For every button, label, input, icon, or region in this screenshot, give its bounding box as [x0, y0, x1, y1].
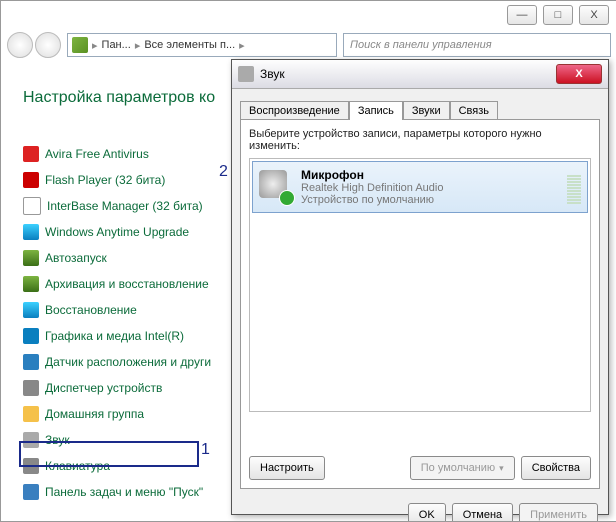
cpl-item-label: InterBase Manager (32 бита) — [47, 199, 203, 213]
microphone-icon — [259, 170, 293, 204]
tab-record[interactable]: Запись — [349, 101, 403, 120]
cpl-item-backup[interactable]: Архивация и восстановление — [23, 271, 233, 297]
level-meter — [567, 170, 581, 204]
cpl-item-sensor[interactable]: Датчик расположения и други — [23, 349, 233, 375]
cpl-item-label: Клавиатура — [45, 459, 110, 473]
cpl-item-label: Windows Anytime Upgrade — [45, 225, 189, 239]
cpl-item-label: Датчик расположения и други — [45, 355, 211, 369]
cancel-button[interactable]: Отмена — [452, 503, 513, 522]
cpl-item-devmgr[interactable]: Диспетчер устройств — [23, 375, 233, 401]
breadcrumb-sep: ▸ — [92, 39, 98, 52]
sound-icon — [238, 66, 254, 82]
sound-icon — [23, 432, 39, 448]
dialog-tabs: Воспроизведение Запись Звуки Связь — [240, 95, 600, 119]
interbase-icon — [23, 197, 41, 215]
annotation-number-2: 2 — [219, 163, 228, 181]
nav-back-button[interactable] — [7, 32, 33, 58]
dialog-close-button[interactable]: X — [556, 64, 602, 84]
maximize-button[interactable]: □ — [543, 5, 573, 25]
cpl-item-label: Панель задач и меню "Пуск" — [45, 485, 203, 499]
device-item-microphone[interactable]: Микрофон Realtek High Definition Audio У… — [252, 161, 588, 213]
sound-dialog: Звук X Воспроизведение Запись Звуки Связ… — [231, 59, 609, 515]
device-name: Микрофон — [301, 168, 559, 182]
cpl-item-interbase[interactable]: InterBase Manager (32 бита) — [23, 193, 233, 219]
cpl-item-label: Восстановление — [45, 303, 137, 317]
cpl-item-taskbar[interactable]: Панель задач и меню "Пуск" — [23, 479, 233, 505]
device-status: Устройство по умолчанию — [301, 194, 559, 206]
cpl-item-label: Автозапуск — [45, 251, 107, 265]
apply-button: Применить — [519, 503, 598, 522]
control-panel-icon — [72, 37, 88, 53]
annotation-number-1: 1 — [201, 441, 210, 459]
sensor-icon — [23, 354, 39, 370]
dialog-panel: Выберите устройство записи, параметры ко… — [240, 119, 600, 489]
page-title: Настройка параметров ко — [23, 89, 215, 107]
device-desc: Realtek High Definition Audio — [301, 182, 559, 194]
cpl-item-label: Домашняя группа — [45, 407, 144, 421]
recovery-icon — [23, 302, 39, 318]
configure-button[interactable]: Настроить — [249, 456, 325, 480]
tab-sounds[interactable]: Звуки — [403, 101, 450, 120]
nav-forward-button[interactable] — [35, 32, 61, 58]
dialog-titlebar[interactable]: Звук X — [232, 60, 608, 89]
address-bar[interactable]: ▸ Пан... ▸ Все элементы п... ▸ — [67, 33, 337, 57]
cpl-item-label: Звук — [45, 433, 70, 447]
backup-icon — [23, 276, 39, 292]
avira-icon — [23, 146, 39, 162]
homegroup-icon — [23, 406, 39, 422]
chevron-down-icon: ▾ — [499, 463, 504, 474]
cpl-item-anytime[interactable]: Windows Anytime Upgrade — [23, 219, 233, 245]
set-default-label: По умолчанию — [421, 462, 495, 474]
devmgr-icon — [23, 380, 39, 396]
instruction-text: Выберите устройство записи, параметры ко… — [249, 128, 591, 152]
anytime-icon — [23, 224, 39, 240]
explorer-navbar: ▸ Пан... ▸ Все элементы п... ▸ Поиск в п… — [7, 29, 611, 61]
cpl-item-recovery[interactable]: Восстановление — [23, 297, 233, 323]
minimize-button[interactable]: — — [507, 5, 537, 25]
cpl-item-label: Диспетчер устройств — [45, 381, 162, 395]
cpl-item-label: Архивация и восстановление — [45, 277, 209, 291]
breadcrumb-sep: ▸ — [135, 39, 141, 52]
cpl-item-flash[interactable]: Flash Player (32 бита) — [23, 167, 233, 193]
breadcrumb-all-items[interactable]: Все элементы п... — [144, 39, 235, 51]
device-list[interactable]: Микрофон Realtek High Definition Audio У… — [249, 158, 591, 412]
search-input[interactable]: Поиск в панели управления — [343, 33, 611, 57]
properties-button[interactable]: Свойства — [521, 456, 591, 480]
cpl-item-label: Avira Free Antivirus — [45, 147, 149, 161]
flash-icon — [23, 172, 39, 188]
breadcrumb-root[interactable]: Пан... — [102, 39, 131, 51]
cpl-item-label: Flash Player (32 бита) — [45, 173, 165, 187]
intel-icon — [23, 328, 39, 344]
default-check-icon — [279, 190, 295, 206]
cpl-item-label: Графика и медиа Intel(R) — [45, 329, 184, 343]
dialog-title: Звук — [260, 67, 556, 81]
breadcrumb-sep: ▸ — [239, 39, 245, 52]
cpl-item-homegroup[interactable]: Домашняя группа — [23, 401, 233, 427]
cpl-item-autorun[interactable]: Автозапуск — [23, 245, 233, 271]
window-close-button[interactable]: X — [579, 5, 609, 25]
tab-communications[interactable]: Связь — [450, 101, 498, 120]
ok-button[interactable]: OK — [408, 503, 446, 522]
tab-playback[interactable]: Воспроизведение — [240, 101, 349, 120]
set-default-button: По умолчанию ▾ — [410, 456, 515, 480]
taskbar-icon — [23, 484, 39, 500]
keyboard-icon — [23, 458, 39, 474]
cpl-item-avira[interactable]: Avira Free Antivirus — [23, 141, 233, 167]
autorun-icon — [23, 250, 39, 266]
cpl-item-intel[interactable]: Графика и медиа Intel(R) — [23, 323, 233, 349]
